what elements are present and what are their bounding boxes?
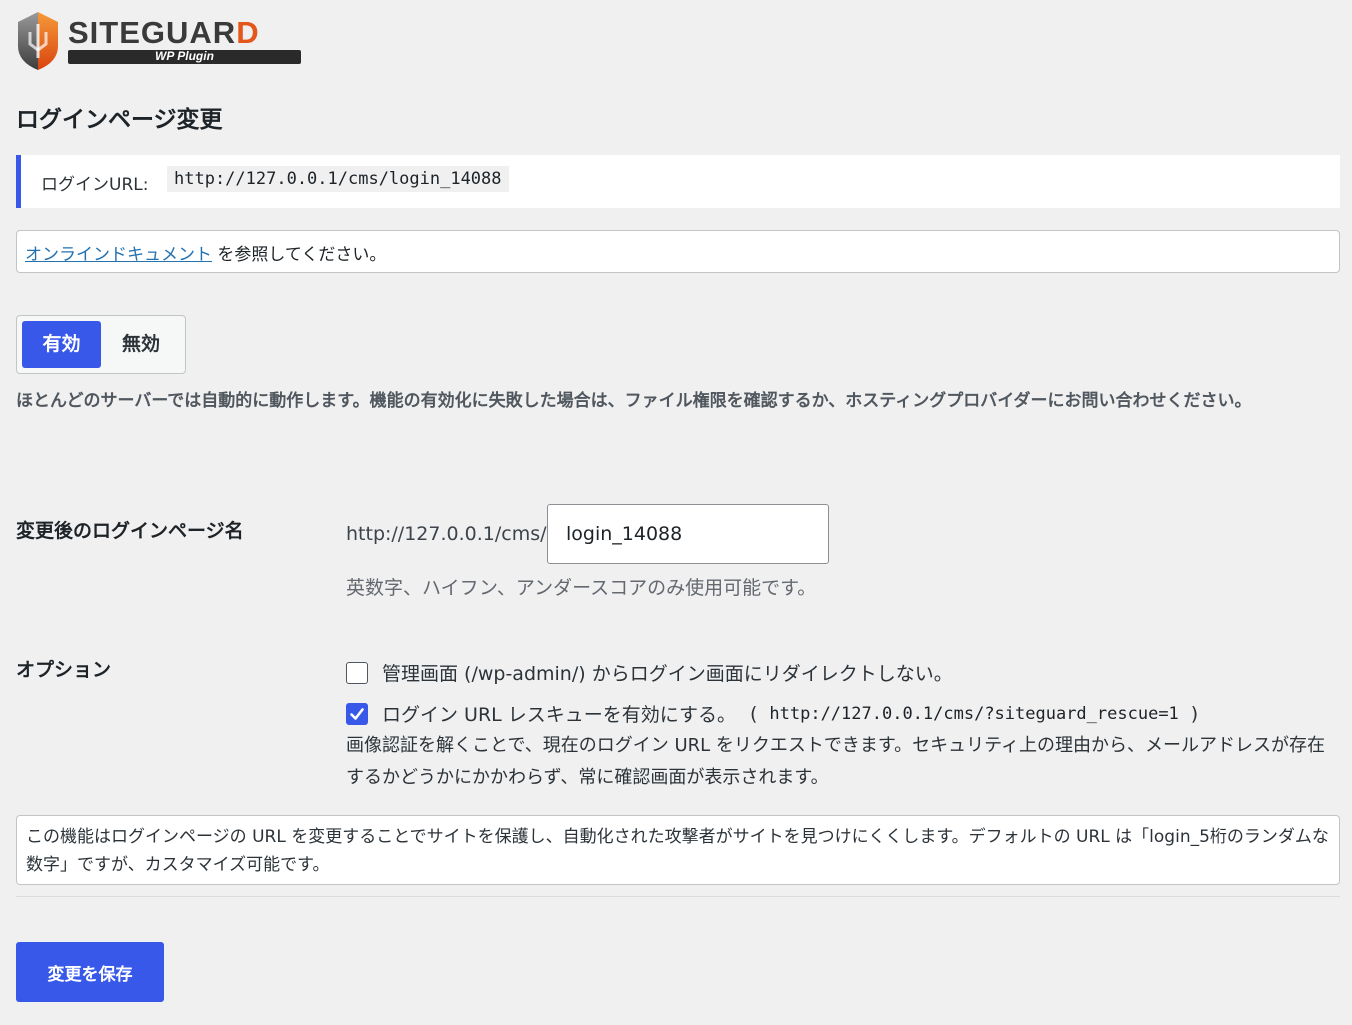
checkmark-icon [350, 707, 364, 720]
option-no-redirect[interactable]: 管理画面 (/wp-admin/) からログイン画面にリダイレクトしない。 [346, 659, 953, 686]
enable-toggle: 有効 無効 [16, 315, 186, 374]
divider [16, 896, 1340, 897]
documentation-suffix: を参照してください。 [212, 245, 387, 265]
siteguard-logo: SITEGUARD WP Plugin [14, 10, 304, 72]
options-label: オプション [16, 659, 112, 681]
feature-info-box: この機能はログインページの URL を変更することでサイトを保護し、自動化された… [16, 815, 1340, 885]
login-url-prefix: http://127.0.0.1/cms/ [346, 523, 547, 545]
online-documentation-link[interactable]: オンラインドキュメント [25, 245, 212, 265]
option-rescue[interactable]: ログイン URL レスキューを有効にする。 ( http://127.0.0.1… [346, 700, 1198, 727]
page-title: ログインページ変更 [16, 107, 223, 133]
rescue-paren-close: ) [1190, 702, 1199, 725]
login-url-label: ログインURL: [41, 175, 149, 195]
rescue-paren-open: ( [749, 702, 758, 725]
login-name-input[interactable] [547, 504, 829, 564]
login-url-notice: ログインURL: http://127.0.0.1/cms/login_1408… [16, 155, 1340, 208]
toggle-disable-button[interactable]: 無効 [109, 321, 173, 368]
documentation-box: オンラインドキュメント を参照してください。 [16, 230, 1340, 273]
login-url-code: http://127.0.0.1/cms/login_14088 [167, 166, 509, 192]
shield-logo-icon [18, 12, 58, 70]
rescue-url-code: http://127.0.0.1/cms/?siteguard_rescue=1 [761, 701, 1187, 726]
logo-tagline: WP Plugin [155, 49, 214, 63]
no-redirect-label: 管理画面 (/wp-admin/) からログイン画面にリダイレクトしない。 [382, 663, 953, 685]
no-redirect-checkbox[interactable] [346, 661, 368, 684]
rescue-label: ログイン URL レスキューを有効にする。 [382, 704, 736, 726]
logo-wordmark: SITEGUARD [68, 15, 260, 50]
rescue-checkbox[interactable] [346, 702, 368, 725]
login-name-label: 変更後のログインページ名 [16, 520, 244, 542]
toggle-enable-button[interactable]: 有効 [22, 321, 101, 368]
rescue-description: 画像認証を解くことで、現在のログイン URL をリクエストできます。セキュリティ… [346, 735, 1326, 788]
toggle-help-text: ほとんどのサーバーでは自動的に動作します。機能の有効化に失敗した場合は、ファイル… [16, 391, 1252, 411]
logo-tagline-bar: WP Plugin [68, 49, 301, 64]
save-changes-button[interactable]: 変更を保存 [16, 942, 164, 1002]
login-name-hint: 英数字、ハイフン、アンダースコアのみ使用可能です。 [346, 577, 817, 599]
settings-page: SITEGUARD WP Plugin ログインページ変更 ログインURL: h… [0, 0, 1352, 1025]
